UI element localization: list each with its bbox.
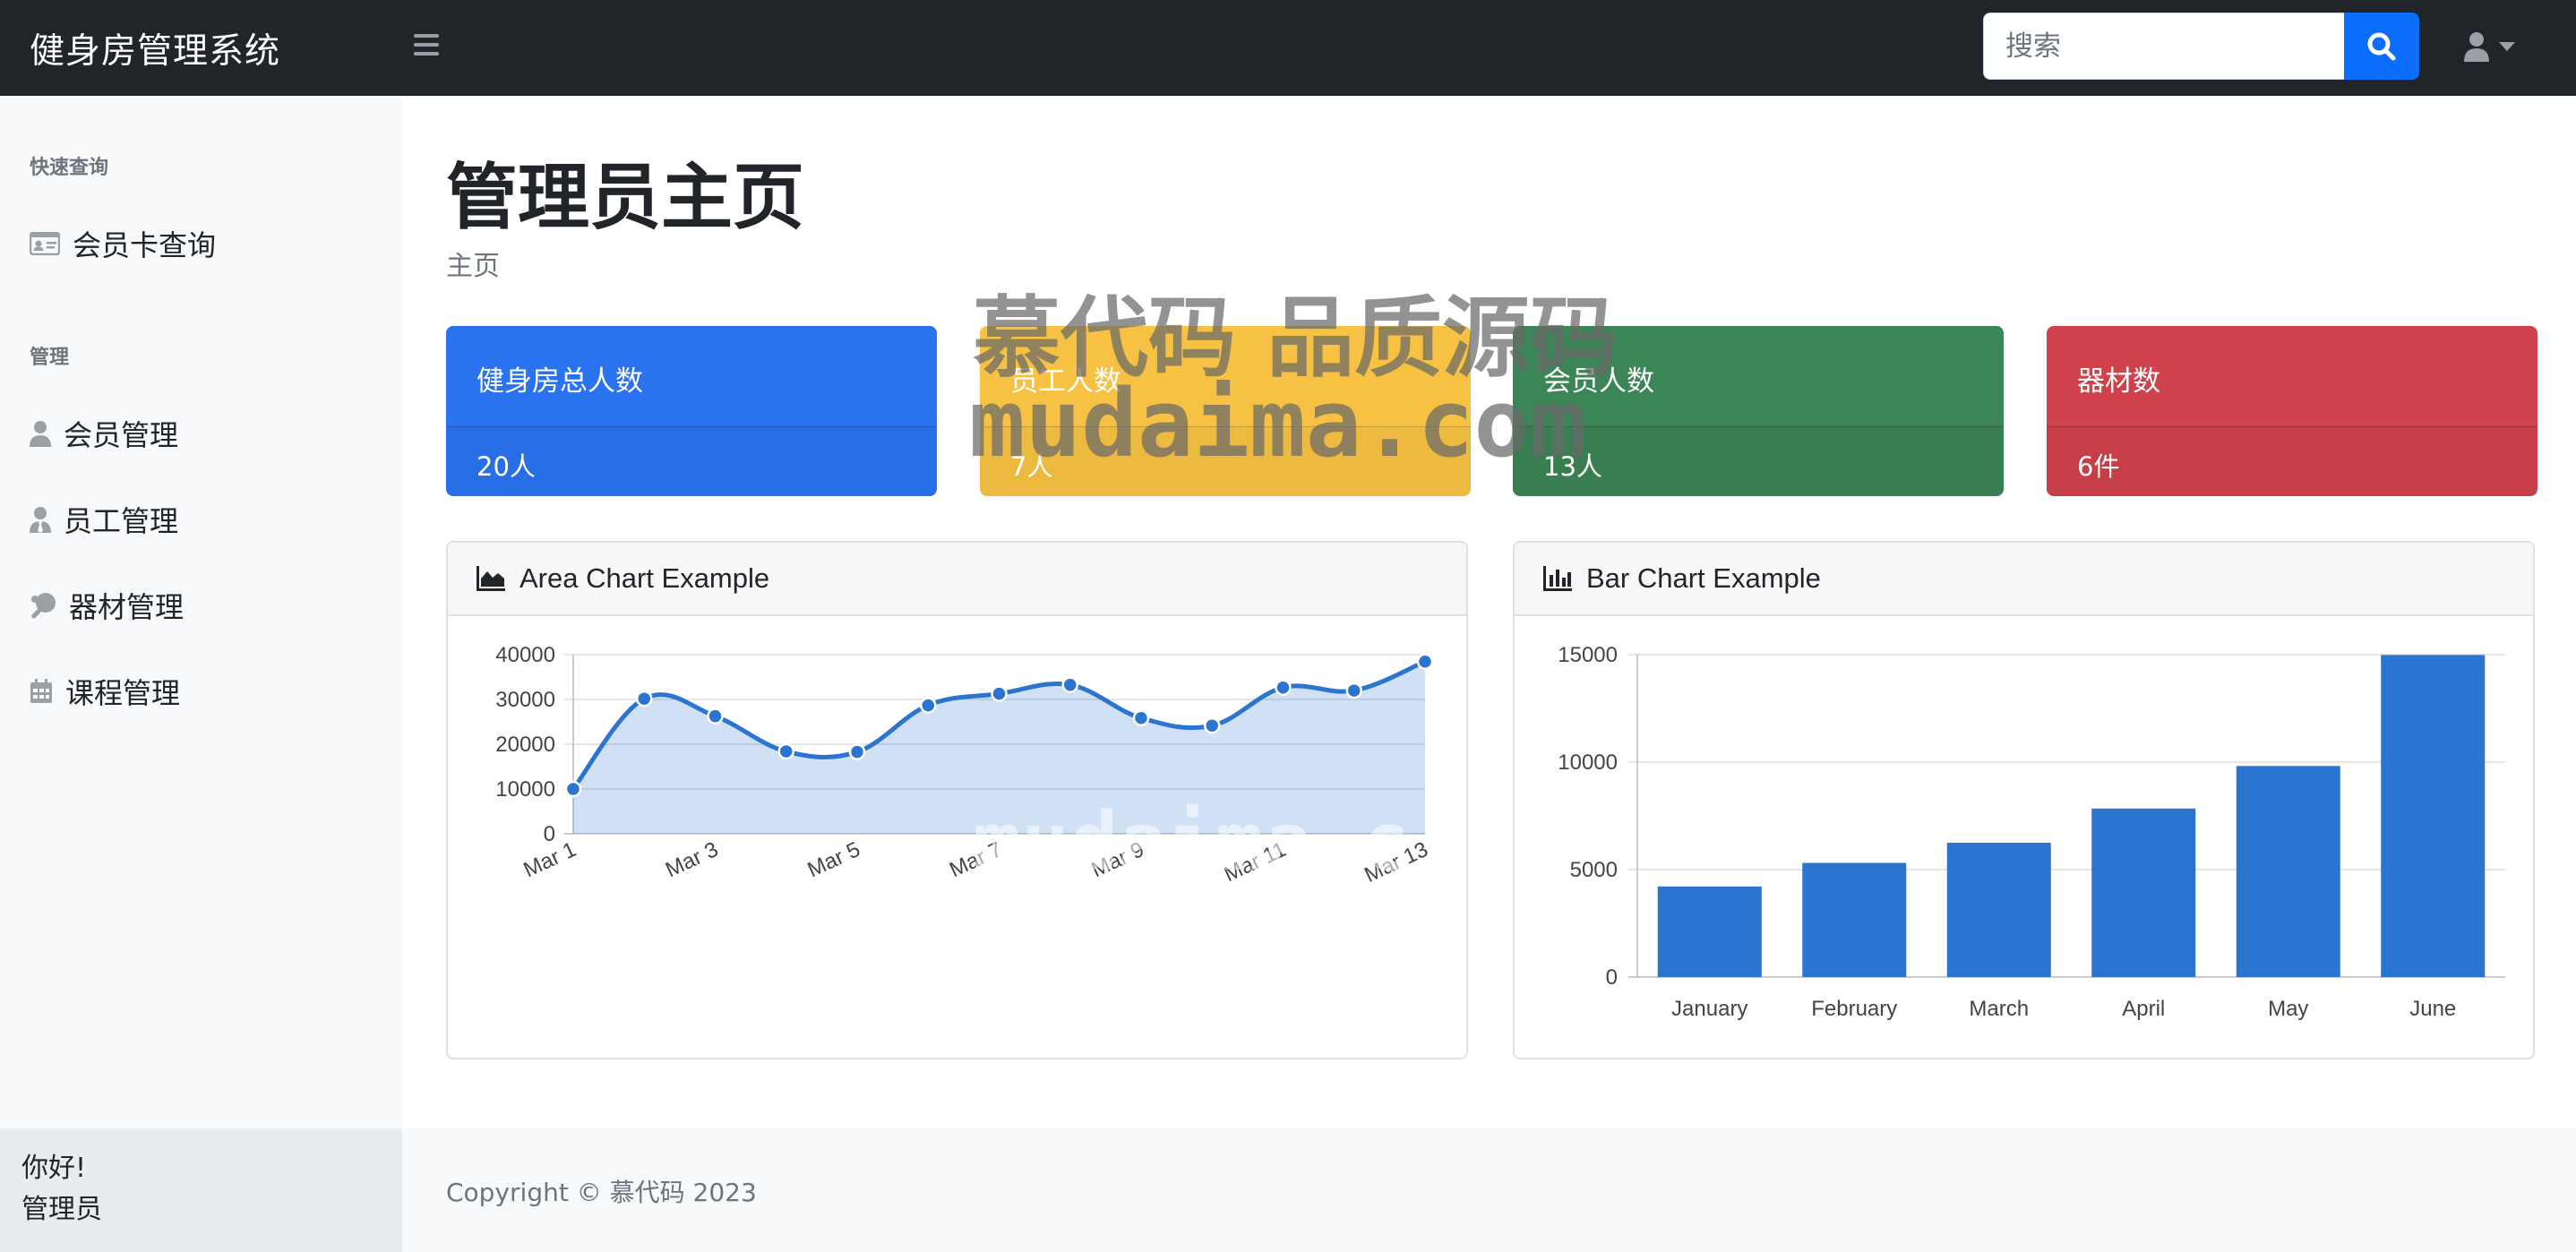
- x-tick-label: April: [2122, 997, 2165, 1021]
- brand-title[interactable]: 健身房管理系统: [30, 23, 280, 73]
- breadcrumb: 主页: [446, 251, 500, 282]
- hamburger-icon: [414, 34, 439, 38]
- data-point: [920, 697, 937, 714]
- data-point: [1275, 679, 1292, 696]
- sidebar-item-label: 会员管理: [64, 418, 179, 452]
- bar: [1657, 886, 1762, 977]
- x-tick-label: June: [2409, 997, 2456, 1021]
- sidebar-item-label: 员工管理: [64, 504, 179, 538]
- page-footer: Copyright © 慕代码 2023: [402, 1128, 2576, 1252]
- x-tick-label: Mar 7: [946, 837, 1006, 882]
- stat-card-title: 员工人数: [1010, 365, 1121, 398]
- bar: [2091, 808, 2196, 977]
- bar: [1802, 862, 1907, 977]
- caret-down-icon: [2499, 42, 2515, 51]
- data-point: [991, 685, 1008, 702]
- greeting-text: 你好!: [21, 1153, 87, 1184]
- x-tick-label: March: [1969, 997, 2029, 1021]
- user-icon: [30, 421, 51, 447]
- x-tick-label: May: [2268, 997, 2308, 1021]
- stat-card-members[interactable]: 会员人数 13人: [1513, 326, 2004, 496]
- sidebar-item-label: 器材管理: [69, 590, 185, 624]
- stat-card-total-people[interactable]: 健身房总人数 20人: [446, 326, 937, 496]
- sidebar-heading-management: 管理: [30, 347, 70, 369]
- y-tick-label: 0: [544, 822, 555, 846]
- x-tick-label: Mar 13: [1361, 837, 1431, 888]
- y-tick-label: 20000: [495, 733, 555, 757]
- data-point: [1132, 709, 1150, 727]
- x-tick-label: Mar 3: [662, 837, 722, 882]
- x-tick-label: January: [1671, 997, 1747, 1021]
- stat-card-value: 20人: [477, 451, 536, 482]
- bar-chart-panel: Bar Chart Example 0 5000 10000 15000 January…: [1513, 541, 2535, 1059]
- copyright-text: Copyright © 慕代码 2023: [446, 1178, 757, 1207]
- sidebar-item-label: 会员卡查询: [73, 228, 217, 262]
- data-point: [777, 742, 794, 760]
- x-tick-label: February: [1811, 997, 1897, 1021]
- x-tick-label: Mar 11: [1221, 837, 1291, 887]
- y-tick-label: 40000: [495, 643, 555, 667]
- stat-card-value: 6件: [2077, 451, 2120, 482]
- sidebar-item-equipment-management[interactable]: 器材管理: [30, 583, 184, 628]
- y-tick-label: 5000: [1570, 858, 1618, 882]
- data-point: [1416, 653, 1434, 670]
- sidebar-heading-quick-query: 快速查询: [30, 157, 109, 179]
- search-input[interactable]: [1983, 13, 2345, 80]
- calendar-icon: [30, 679, 52, 703]
- data-point: [707, 707, 724, 725]
- bar: [1946, 842, 2051, 977]
- stat-card-value: 13人: [1543, 451, 1602, 482]
- y-tick-label: 15000: [1558, 643, 1618, 667]
- area-chart-panel: Area Chart Example 0 10000 20000 30000 40000…: [446, 541, 1468, 1059]
- sidebar-toggle-button[interactable]: [414, 34, 439, 56]
- id-card-icon: [30, 232, 60, 255]
- bar-chart-header: Bar Chart Example: [1515, 543, 2533, 616]
- user-menu-button[interactable]: [2463, 29, 2526, 64]
- area-chart-header: Area Chart Example: [448, 543, 1466, 616]
- top-navbar: 健身房管理系统: [0, 0, 2576, 96]
- user-icon: [2464, 32, 2489, 62]
- y-tick-label: 30000: [495, 688, 555, 712]
- user-role-text: 管理员: [21, 1194, 102, 1225]
- y-tick-label: 10000: [1558, 750, 1618, 775]
- y-tick-label: 0: [1606, 965, 1618, 990]
- stat-card-value: 7人: [1010, 451, 1053, 482]
- stat-card-title: 会员人数: [1543, 365, 1654, 398]
- sidebar-item-member-management[interactable]: 会员管理: [30, 411, 178, 456]
- y-tick-label: 10000: [495, 777, 555, 802]
- user-tie-icon: [30, 507, 51, 533]
- sidebar-item-label: 课程管理: [65, 676, 181, 710]
- sidebar-footer: 你好! 管理员: [0, 1128, 402, 1252]
- data-point: [848, 743, 866, 760]
- bar-chart-icon: [1543, 566, 1572, 591]
- search-icon: [2367, 32, 2396, 60]
- sidebar: 快速查询 会员卡查询 管理 会员管理 员工管理 器材管理 课程管理 你好! 管理…: [0, 96, 402, 1252]
- stat-card-title: 器材数: [2077, 365, 2160, 398]
- bar-chart: 0 5000 10000 15000 January February March April…: [1558, 643, 2505, 1021]
- data-point: [564, 780, 582, 798]
- data-point: [1204, 716, 1221, 734]
- bar: [2236, 766, 2340, 977]
- stat-card-staff[interactable]: 员工人数 7人: [980, 326, 1471, 496]
- sidebar-item-member-card-query[interactable]: 会员卡查询: [30, 221, 216, 266]
- area-chart-title: Area Chart Example: [519, 562, 770, 594]
- sidebar-item-staff-management[interactable]: 员工管理: [30, 497, 178, 542]
- table-tennis-icon: [31, 593, 56, 619]
- stat-card-equipment[interactable]: 器材数 6件: [2047, 326, 2537, 496]
- sidebar-item-course-management[interactable]: 课程管理: [30, 669, 180, 714]
- area-chart: 010000200003000040000Mar 1 Mar 3 Mar 5 Mar …: [495, 643, 1434, 888]
- data-point: [1345, 682, 1362, 699]
- area-chart-icon: [477, 566, 505, 591]
- stat-card-title: 健身房总人数: [477, 365, 643, 398]
- data-point: [636, 690, 653, 707]
- page-title: 管理员主页: [446, 156, 804, 239]
- x-tick-label: Mar 5: [804, 837, 864, 882]
- bar-chart-title: Bar Chart Example: [1586, 562, 1821, 594]
- search-button[interactable]: [2344, 13, 2419, 80]
- bar: [2381, 655, 2486, 977]
- x-tick-label: Mar 9: [1088, 837, 1148, 882]
- data-point: [1061, 676, 1078, 693]
